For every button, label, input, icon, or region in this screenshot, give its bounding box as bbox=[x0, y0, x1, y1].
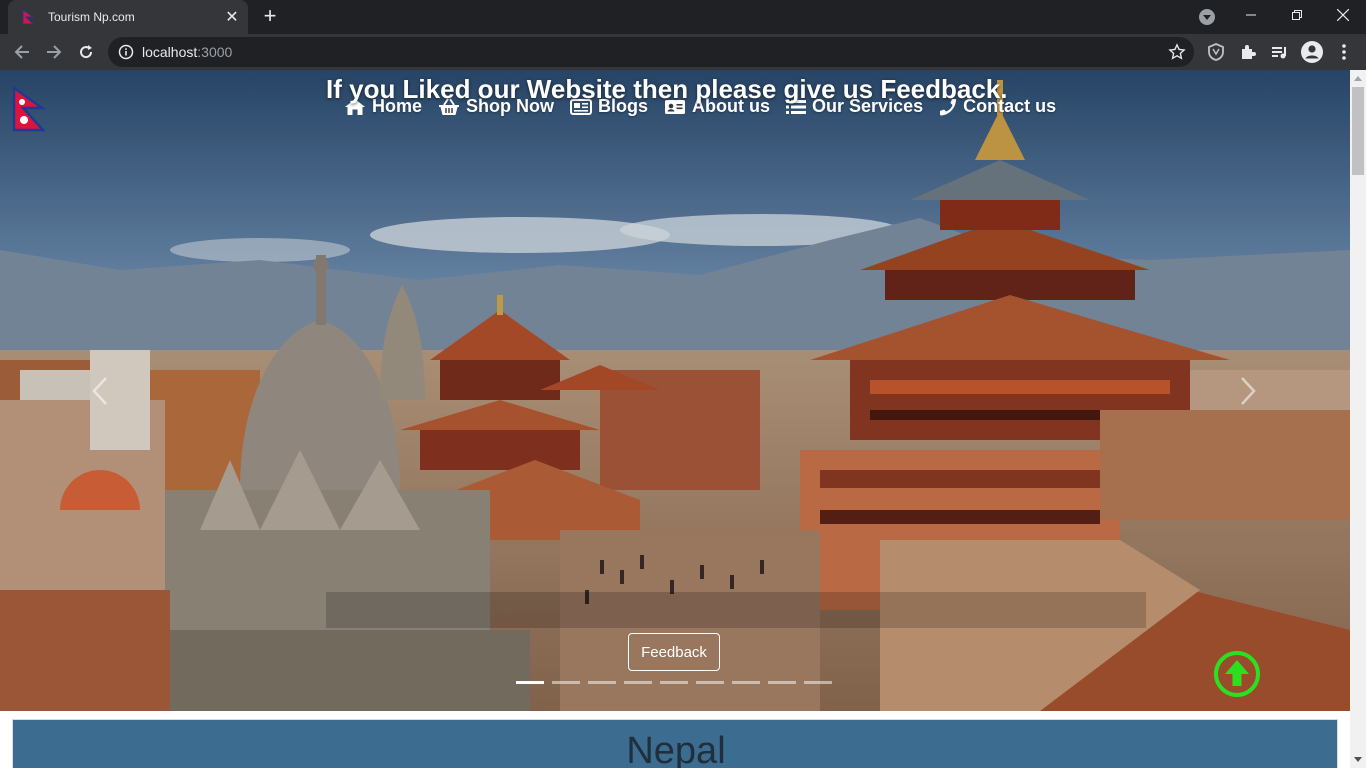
address-bar[interactable]: localhost:3000 bbox=[108, 37, 1194, 67]
restore-button[interactable] bbox=[1274, 0, 1320, 30]
reload-button[interactable] bbox=[72, 38, 100, 66]
carousel-indicator[interactable] bbox=[552, 681, 580, 684]
carousel-indicator[interactable] bbox=[696, 681, 724, 684]
feedback-button[interactable]: Feedback bbox=[628, 633, 720, 671]
section-title: Nepal bbox=[626, 730, 726, 768]
carousel-indicator[interactable] bbox=[660, 681, 688, 684]
carousel-caption: If you Liked our Website then please giv… bbox=[326, 74, 1008, 104]
tab-search-icon[interactable] bbox=[1199, 9, 1215, 25]
media-queue-icon[interactable] bbox=[1268, 40, 1292, 64]
extensions-puzzle-icon[interactable] bbox=[1236, 40, 1260, 64]
browser-tabstrip: Tourism Np.com ✕ + bbox=[0, 0, 1366, 34]
carousel-indicator[interactable] bbox=[588, 681, 616, 684]
minimize-button[interactable] bbox=[1228, 0, 1274, 30]
url-port: :3000 bbox=[197, 44, 233, 60]
scroll-to-top-button[interactable] bbox=[1213, 650, 1261, 698]
carousel-indicators bbox=[516, 681, 832, 684]
carousel-indicator[interactable] bbox=[732, 681, 760, 684]
carousel-indicator[interactable] bbox=[624, 681, 652, 684]
carousel-prev-button[interactable] bbox=[90, 376, 110, 406]
page-viewport: Home Shop Now Blogs About us Our Service… bbox=[0, 70, 1350, 768]
back-button[interactable] bbox=[8, 38, 36, 66]
new-tab-button[interactable]: + bbox=[258, 5, 282, 29]
bookmark-star-icon[interactable] bbox=[1168, 43, 1186, 61]
url-host: localhost bbox=[142, 44, 198, 60]
menu-kebab-icon[interactable] bbox=[1332, 40, 1356, 64]
browser-tab[interactable]: Tourism Np.com ✕ bbox=[8, 0, 248, 34]
chevron-right-icon bbox=[1241, 377, 1256, 405]
carousel-next-button[interactable] bbox=[1238, 376, 1258, 406]
browser-toolbar: localhost:3000 bbox=[0, 34, 1366, 70]
forward-button[interactable] bbox=[40, 38, 68, 66]
shield-extension-icon[interactable] bbox=[1204, 40, 1228, 64]
arrow-up-circle-icon bbox=[1214, 651, 1260, 697]
profile-avatar-icon[interactable] bbox=[1300, 40, 1324, 64]
scroll-down-arrow-icon[interactable] bbox=[1354, 757, 1362, 762]
page-scrollbar[interactable] bbox=[1350, 70, 1366, 768]
close-tab-icon[interactable]: ✕ bbox=[222, 7, 242, 27]
nepal-flag-favicon-icon bbox=[20, 9, 36, 25]
nepal-flag-logo[interactable] bbox=[12, 86, 46, 132]
nepal-section: Nepal bbox=[12, 719, 1338, 768]
carousel-indicator[interactable] bbox=[804, 681, 832, 684]
hero-carousel: Home Shop Now Blogs About us Our Service… bbox=[0, 70, 1350, 711]
tab-title: Tourism Np.com bbox=[48, 10, 135, 24]
carousel-indicator[interactable] bbox=[768, 681, 796, 684]
scrollbar-thumb[interactable] bbox=[1352, 87, 1364, 175]
carousel-indicator[interactable] bbox=[516, 681, 544, 684]
scroll-up-arrow-icon[interactable] bbox=[1354, 76, 1362, 81]
url-text: localhost:3000 bbox=[142, 44, 232, 60]
carousel-caption-backdrop bbox=[326, 592, 1146, 628]
site-info-icon[interactable] bbox=[118, 44, 134, 60]
close-window-button[interactable] bbox=[1320, 0, 1366, 30]
chevron-left-icon bbox=[92, 377, 107, 405]
